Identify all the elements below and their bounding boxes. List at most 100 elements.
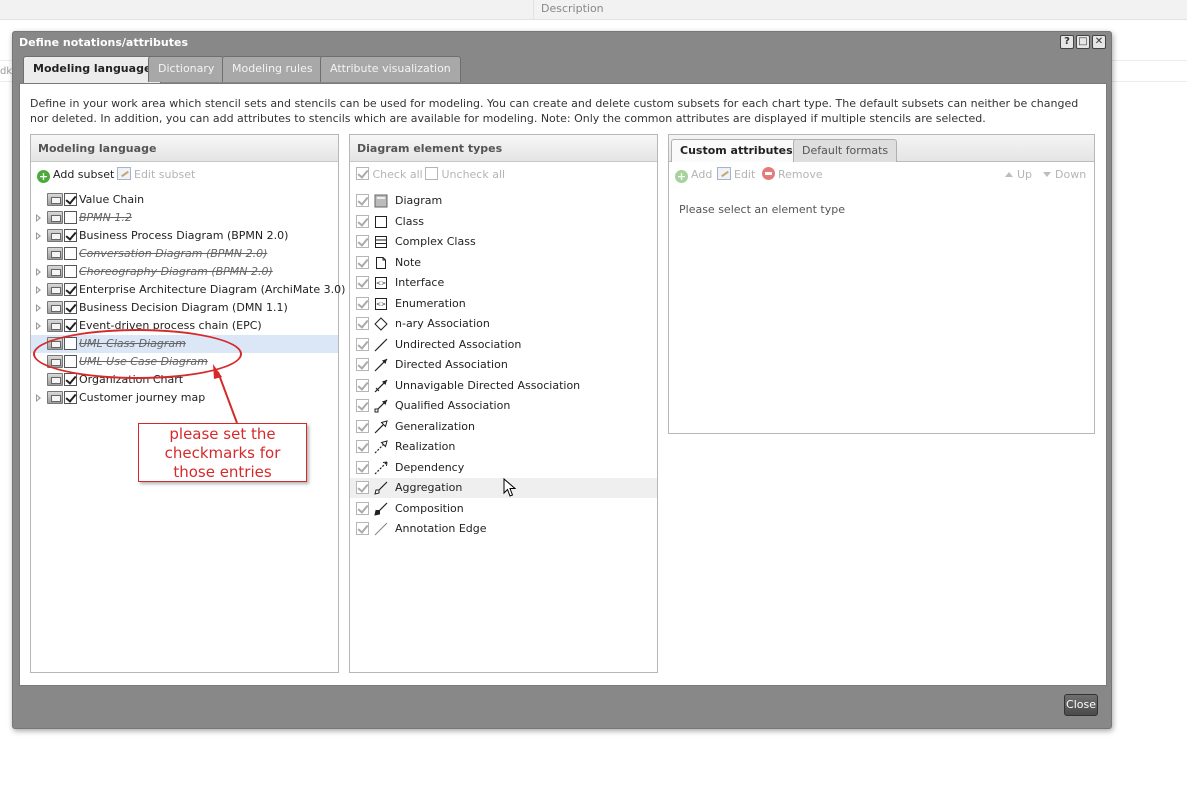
element-type-checkbox[interactable]	[356, 358, 369, 371]
tree-item[interactable]: Customer journey map	[31, 389, 338, 407]
tree-item-checkbox[interactable]	[64, 319, 77, 332]
maximize-icon[interactable]: □	[1076, 35, 1090, 49]
tree-item-checkbox[interactable]	[64, 373, 77, 386]
element-type-row[interactable]: Class	[350, 212, 657, 232]
edit-attribute-button[interactable]: Edit	[717, 167, 755, 183]
tree-item[interactable]: Business Process Diagram (BPMN 2.0)	[31, 227, 338, 245]
tab-modeling-rules[interactable]: Modeling rules	[222, 56, 323, 82]
tree-item-checkbox[interactable]	[64, 391, 77, 404]
element-type-checkbox[interactable]	[356, 296, 369, 310]
diagram-type-icon	[47, 283, 63, 296]
modeling-language-panel: Modeling language + Add subset Edit subse…	[30, 134, 345, 673]
tree-item-label: Customer journey map	[79, 391, 206, 404]
tree-item-checkbox[interactable]	[64, 211, 77, 224]
tree-item-checkbox[interactable]	[64, 229, 77, 242]
element-type-checkbox[interactable]	[356, 481, 369, 494]
element-type-checkbox[interactable]	[356, 255, 369, 269]
element-type-row[interactable]: Undirected Association	[350, 335, 657, 355]
tree-item[interactable]: UML Class Diagram	[31, 335, 338, 353]
element-type-checkbox[interactable]	[356, 440, 369, 453]
mouse-cursor-icon	[503, 478, 517, 497]
tree-item-checkbox[interactable]	[64, 193, 77, 206]
element-type-row[interactable]: Note	[350, 253, 657, 273]
element-type-checkbox[interactable]	[356, 399, 369, 412]
tree-item-checkbox[interactable]	[64, 301, 77, 314]
tree-item[interactable]: Value Chain	[31, 191, 338, 209]
element-type-row[interactable]: Dependency	[350, 458, 657, 478]
move-up-button[interactable]: Up	[1005, 167, 1032, 183]
element-type-row[interactable]: Annotation Edge	[350, 519, 657, 539]
annotation-line: those entries	[173, 463, 272, 481]
edit-subset-button[interactable]: Edit subset	[117, 167, 195, 183]
move-down-button[interactable]: Down	[1043, 167, 1086, 183]
element-type-checkbox[interactable]	[356, 214, 369, 228]
tree-item-checkbox[interactable]	[64, 283, 77, 296]
expand-arrow-icon[interactable]	[36, 214, 41, 222]
tree-item[interactable]: Business Decision Diagram (DMN 1.1)	[31, 299, 338, 317]
diagram-type-icon	[47, 229, 63, 242]
remove-attribute-button[interactable]: Remove	[762, 167, 823, 183]
expand-arrow-icon[interactable]	[36, 394, 41, 402]
add-attribute-button[interactable]: + Add	[675, 167, 712, 183]
element-type-row[interactable]: Composition	[350, 499, 657, 519]
tree-item-checkbox[interactable]	[64, 337, 77, 350]
tree-item[interactable]: UML Use Case Diagram	[31, 353, 338, 371]
element-type-row[interactable]: Diagram	[350, 191, 657, 211]
tree-item-label: UML Class Diagram	[79, 337, 186, 350]
element-type-row[interactable]: n-ary Association	[350, 314, 657, 334]
dialog-titlebar[interactable]: Define notations/attributes ? □ ✕	[13, 32, 1111, 54]
diagram-type-icon	[47, 301, 63, 314]
element-type-row[interactable]: Qualified Association	[350, 396, 657, 416]
uncheck-all-button[interactable]: Uncheck all	[425, 167, 505, 183]
expand-arrow-icon[interactable]	[36, 232, 41, 240]
tab-attribute-visualization[interactable]: Attribute visualization	[320, 56, 461, 82]
element-type-row[interactable]: Complex Class	[350, 232, 657, 252]
tab-custom-attributes[interactable]: Custom attributes	[671, 139, 802, 162]
element-type-row[interactable]: Generalization	[350, 417, 657, 437]
tab-dictionary[interactable]: Dictionary	[148, 56, 225, 82]
tree-item-checkbox[interactable]	[64, 265, 77, 278]
checkbox-icon	[425, 167, 438, 180]
expand-arrow-icon[interactable]	[36, 286, 41, 294]
add-subset-button[interactable]: + Add subset	[37, 167, 114, 183]
element-type-row[interactable]: <> Interface	[350, 273, 657, 293]
element-type-checkbox[interactable]	[356, 337, 369, 351]
tree-item[interactable]: Event-driven process chain (EPC)	[31, 317, 338, 335]
expand-arrow-icon[interactable]	[36, 268, 41, 276]
tree-item[interactable]: Organization Chart	[31, 371, 338, 389]
tab-default-formats[interactable]: Default formats	[793, 139, 898, 162]
tree-item[interactable]: Conversation Diagram (BPMN 2.0)	[31, 245, 338, 263]
element-type-checkbox[interactable]	[356, 276, 369, 289]
element-type-label: Class	[395, 214, 424, 228]
element-type-checkbox[interactable]	[356, 378, 369, 392]
element-type-row[interactable]: Realization	[350, 437, 657, 457]
check-all-button[interactable]: Check all	[356, 167, 423, 183]
close-button[interactable]: Close	[1064, 694, 1098, 716]
close-icon[interactable]: ✕	[1092, 35, 1106, 49]
element-type-checkbox[interactable]	[356, 194, 369, 207]
element-type-row[interactable]: Directed Association	[350, 355, 657, 375]
tree-item[interactable]: BPMN 1.2	[31, 209, 338, 227]
diagram-type-icon	[47, 211, 63, 224]
tree-item-label: Choreography Diagram (BPMN 2.0)	[79, 265, 273, 278]
element-type-row[interactable]: Unnavigable Directed Association	[350, 376, 657, 396]
expand-arrow-icon[interactable]	[36, 304, 41, 312]
element-type-label: Unnavigable Directed Association	[395, 378, 581, 392]
tree-item[interactable]: Enterprise Architecture Diagram (ArchiMa…	[31, 281, 345, 299]
element-type-checkbox[interactable]	[356, 501, 369, 515]
diagram-type-icon	[47, 319, 63, 332]
help-icon[interactable]: ?	[1060, 35, 1074, 49]
tree-item-checkbox[interactable]	[64, 247, 77, 260]
element-type-row[interactable]: <> Enumeration	[350, 294, 657, 314]
element-type-checkbox[interactable]	[356, 522, 369, 535]
element-type-checkbox[interactable]	[356, 317, 369, 330]
element-type-checkbox[interactable]	[356, 419, 369, 433]
tree-item[interactable]: Choreography Diagram (BPMN 2.0)	[31, 263, 338, 281]
element-type-checkbox[interactable]	[356, 235, 369, 248]
complex-class-icon	[375, 236, 387, 248]
element-type-checkbox[interactable]	[356, 460, 369, 474]
tab-modeling-language[interactable]: Modeling language	[23, 56, 162, 83]
tree-item-checkbox[interactable]	[64, 355, 77, 368]
attributes-panel: Custom attributes Default formats + Add E…	[668, 134, 1095, 434]
expand-arrow-icon[interactable]	[36, 322, 41, 330]
